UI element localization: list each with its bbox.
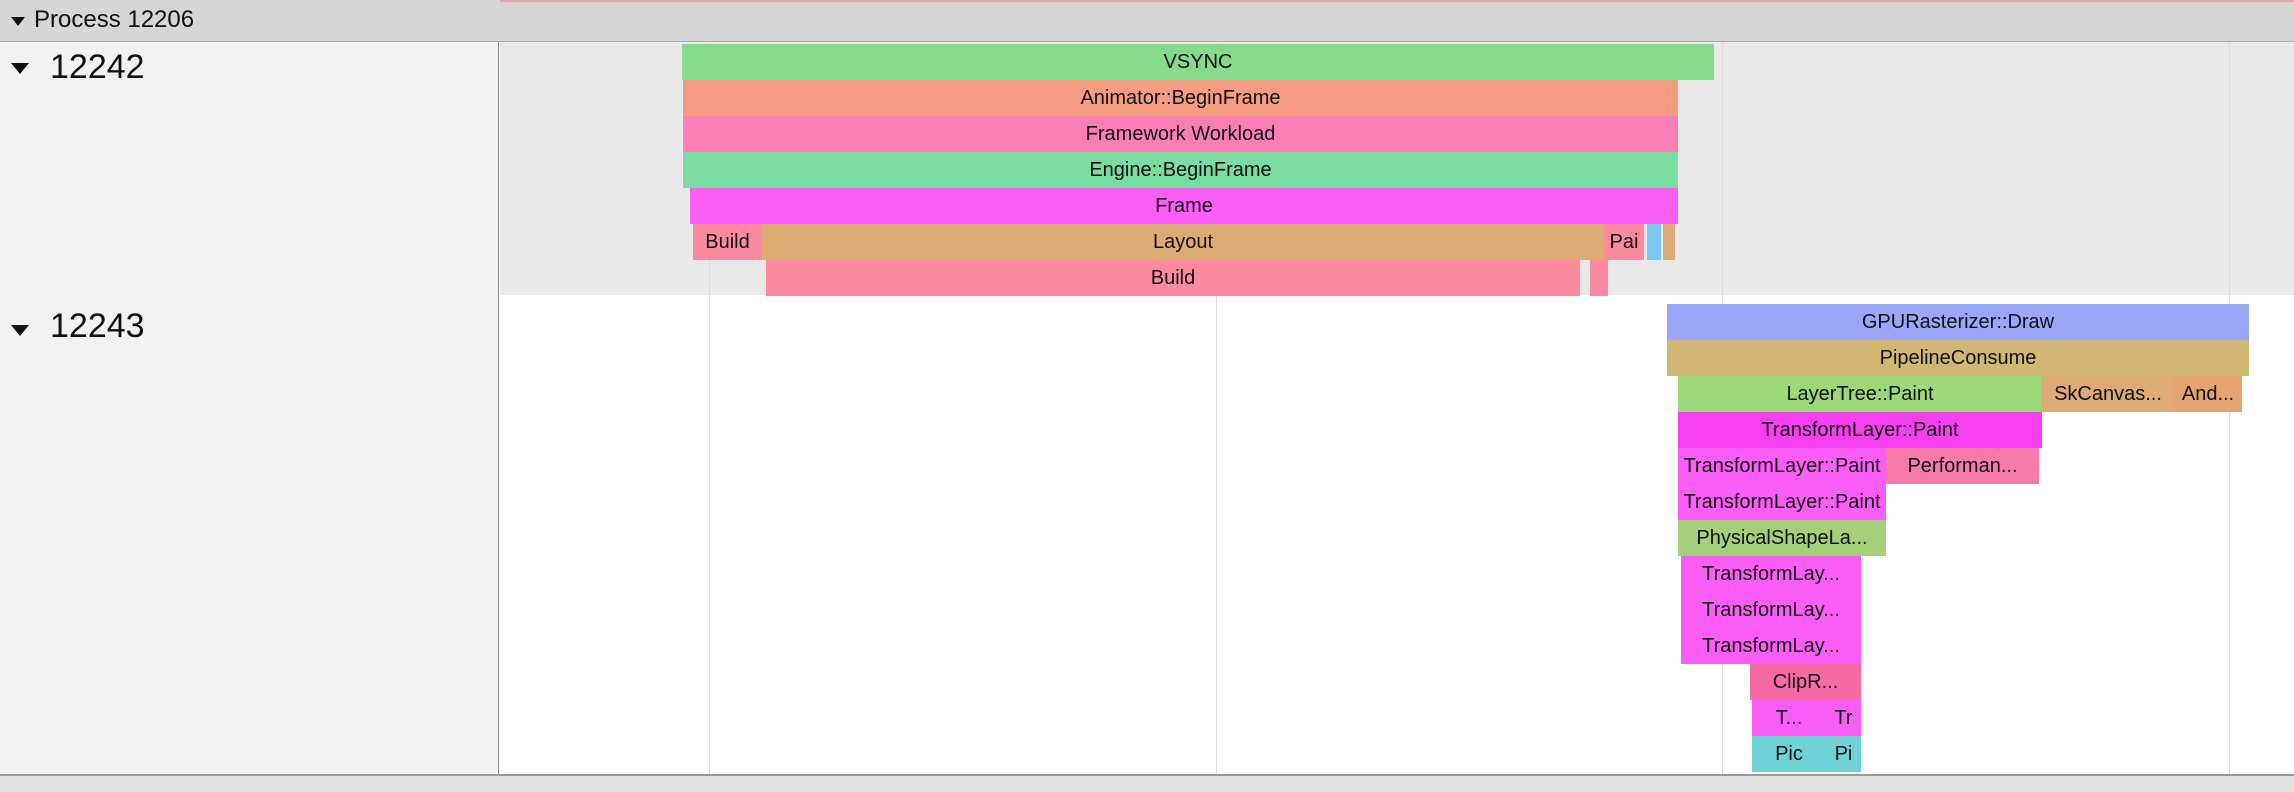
timeline-area[interactable]: VSYNC Animator::BeginFrame Framework Wor… (500, 42, 2294, 774)
slice-framework-workload[interactable]: Framework Workload (683, 116, 1678, 152)
slice-build[interactable]: Build (693, 224, 762, 260)
timeline-marker (500, 0, 2294, 2)
slice-transformlayer[interactable]: TransformLay... (1681, 556, 1861, 592)
slice-picture[interactable]: Pic (1752, 736, 1826, 772)
slice-transform-short[interactable]: T... (1752, 700, 1826, 736)
slice-physicalshapelayer[interactable]: PhysicalShapeLa... (1678, 520, 1886, 556)
collapse-triangle-icon[interactable] (11, 17, 25, 26)
slice-transformlayer-paint[interactable]: TransformLayer::Paint (1678, 484, 1886, 520)
slice-animator-beginframe[interactable]: Animator::BeginFrame (683, 80, 1678, 116)
slice-frame[interactable]: Frame (690, 188, 1678, 224)
slice-layout-build[interactable]: Build (766, 260, 1580, 296)
slice-skcanvas[interactable]: SkCanvas... (2042, 376, 2174, 412)
slice-transformlayer-paint[interactable]: TransformLayer::Paint (1678, 412, 2042, 448)
collapse-triangle-icon[interactable] (11, 63, 29, 74)
collapse-triangle-icon[interactable] (11, 325, 29, 336)
slice-layertree-paint[interactable]: LayerTree::Paint (1678, 376, 2042, 412)
slice-picture-pi[interactable]: Pi (1826, 736, 1861, 772)
thread-label: 12242 (50, 48, 145, 86)
slice-transformlayer[interactable]: TransformLay... (1681, 628, 1861, 664)
process-title: Process 12206 (34, 6, 195, 33)
slice-vsync[interactable]: VSYNC (682, 44, 1714, 80)
slice-transform-tr[interactable]: Tr (1826, 700, 1861, 736)
process-header[interactable]: Process 12206 (0, 0, 2294, 42)
thread-label: 12243 (50, 307, 145, 345)
track-labels-panel: 12242 12243 (0, 42, 499, 774)
slice-pipelineconsume[interactable]: PipelineConsume (1667, 340, 2249, 376)
slice-transformlayer-paint[interactable]: TransformLayer::Paint (1678, 448, 1886, 484)
horizontal-scrollbar[interactable] (0, 774, 2294, 792)
slice-engine-beginframe[interactable]: Engine::BeginFrame (683, 152, 1678, 188)
slice-performance[interactable]: Performan... (1886, 448, 2039, 484)
slice-transformlayer[interactable]: TransformLay... (1681, 592, 1861, 628)
slice-paint[interactable]: Pai (1604, 224, 1644, 260)
thread-row-12242[interactable]: 12242 (0, 42, 499, 301)
slice-android[interactable]: And... (2174, 376, 2242, 412)
slice-raster-marker[interactable] (1647, 224, 1661, 260)
slice-cliprect[interactable]: ClipR... (1750, 664, 1861, 700)
slice-layout[interactable]: Layout (762, 224, 1604, 260)
slice-raster-marker[interactable] (1663, 224, 1675, 260)
thread-row-12243[interactable]: 12243 (0, 301, 499, 774)
slice-layout-build-child[interactable] (1590, 260, 1608, 296)
slice-gpurasterizer-draw[interactable]: GPURasterizer::Draw (1667, 304, 2249, 340)
